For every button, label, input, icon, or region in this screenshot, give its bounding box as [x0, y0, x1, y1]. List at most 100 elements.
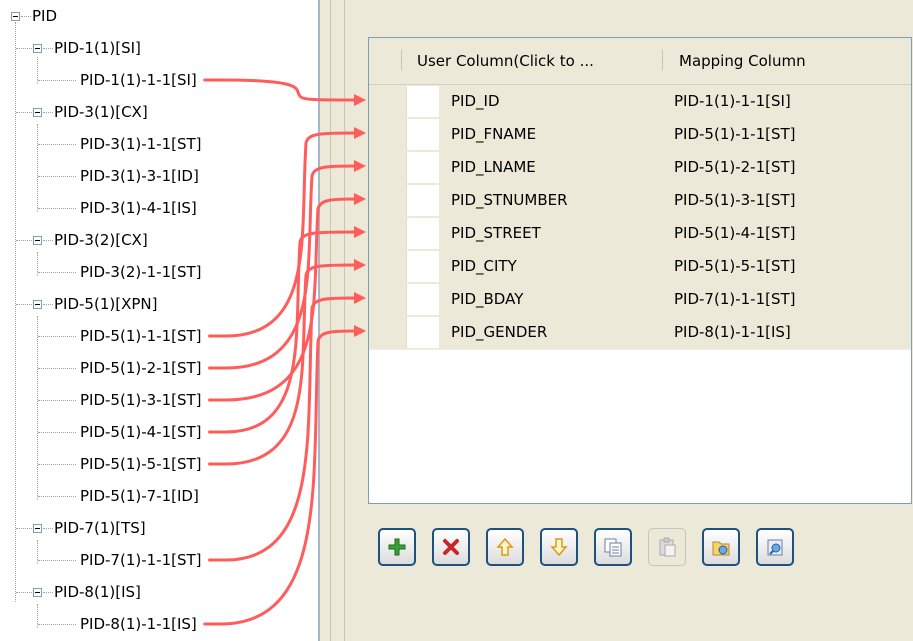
row-marker-cell[interactable] — [406, 317, 439, 348]
mapping-column-cell[interactable]: PID-7(1)-1-1[ST] — [674, 289, 796, 309]
user-column-cell[interactable]: PID_FNAME — [451, 124, 536, 144]
table-header: User Column(Click to ... Mapping Column — [369, 38, 911, 85]
copy-button[interactable] — [594, 528, 632, 566]
import-button[interactable] — [702, 528, 740, 566]
add-button[interactable] — [378, 528, 416, 566]
move-down-icon — [548, 536, 570, 558]
row-marker-cell[interactable] — [406, 86, 439, 117]
schema-tree: PID PID-1(1)[SI] PID-1(1)-1-1[SI] PID-3(1)… — [0, 0, 318, 641]
user-column-cell[interactable]: PID_BDAY — [451, 289, 523, 309]
tree-leaf-node[interactable]: PID-5(1)-2-1[ST] — [80, 358, 202, 378]
tree-leaf-node[interactable]: PID-1(1)-1-1[SI] — [80, 70, 197, 90]
export-button[interactable] — [756, 528, 794, 566]
tree-root-label: PID — [32, 7, 58, 25]
tree-leaf-node[interactable]: PID-5(1)-7-1[ID] — [80, 486, 199, 506]
tree-node-label: PID-8(1)-1-1[IS] — [80, 615, 197, 633]
import-icon — [710, 536, 732, 558]
collapse-toggle[interactable] — [33, 44, 42, 53]
mapping-column-cell[interactable]: PID-5(1)-3-1[ST] — [674, 190, 796, 210]
collapse-toggle[interactable] — [33, 588, 42, 597]
column-header-user[interactable]: User Column(Click to ... — [417, 50, 594, 72]
tree-group-node[interactable]: PID-3(2)[CX] — [54, 230, 148, 250]
row-marker-cell[interactable] — [406, 119, 439, 150]
user-column-cell[interactable]: PID_STREET — [451, 223, 541, 243]
tree-leaf-node[interactable]: PID-3(2)-1-1[ST] — [80, 262, 202, 282]
tree-leaf-node[interactable]: PID-3(1)-1-1[ST] — [80, 134, 202, 154]
tree-leaf-node[interactable]: PID-5(1)-1-1[ST] — [80, 326, 202, 346]
table-row[interactable]: PID_STREET PID-5(1)-4-1[ST] — [369, 217, 911, 251]
tree-node-label: PID-5(1)-7-1[ID] — [80, 487, 199, 505]
mapping-column-cell[interactable]: PID-1(1)-1-1[SI] — [674, 91, 791, 111]
row-marker-cell[interactable] — [406, 251, 439, 282]
paste-icon — [656, 536, 678, 558]
move-up-button[interactable] — [486, 528, 524, 566]
tree-node-label: PID-3(2)[CX] — [54, 231, 148, 249]
move-down-button[interactable] — [540, 528, 578, 566]
tree-group-node[interactable]: PID-8(1)[IS] — [54, 582, 141, 602]
collapse-toggle[interactable] — [33, 300, 42, 309]
tree-group-node[interactable]: PID-3(1)[CX] — [54, 102, 148, 122]
mapping-column-cell[interactable]: PID-5(1)-5-1[ST] — [674, 256, 796, 276]
mapping-column-cell[interactable]: PID-8(1)-1-1[IS] — [674, 322, 791, 342]
tree-leaf-node[interactable]: PID-7(1)-1-1[ST] — [80, 550, 202, 570]
row-marker-cell[interactable] — [406, 284, 439, 315]
tree-node-label: PID-1(1)[SI] — [54, 39, 141, 57]
table-row[interactable]: PID_LNAME PID-5(1)-2-1[ST] — [369, 151, 911, 185]
user-column-cell[interactable]: PID_CITY — [451, 256, 517, 276]
table-row[interactable]: PID_CITY PID-5(1)-5-1[ST] — [369, 250, 911, 284]
export-icon — [764, 536, 786, 558]
tree-node-label: PID-1(1)-1-1[SI] — [80, 71, 197, 89]
tree-group-node[interactable]: PID-1(1)[SI] — [54, 38, 141, 58]
tree-leaf-node[interactable]: PID-5(1)-4-1[ST] — [80, 422, 202, 442]
tree-node-label: PID-5(1)-2-1[ST] — [80, 359, 202, 377]
tree-node-label: PID-5(1)-1-1[ST] — [80, 327, 202, 345]
tree-leaf-node[interactable]: PID-5(1)-3-1[ST] — [80, 390, 202, 410]
delete-icon — [440, 536, 462, 558]
mapping-column-cell[interactable]: PID-5(1)-4-1[ST] — [674, 223, 796, 243]
row-marker-cell[interactable] — [406, 218, 439, 249]
user-column-cell[interactable]: PID_LNAME — [451, 157, 536, 177]
mapping-column-cell[interactable]: PID-5(1)-2-1[ST] — [674, 157, 796, 177]
move-up-icon — [494, 536, 516, 558]
paste-button[interactable] — [648, 528, 686, 566]
collapse-toggle[interactable] — [33, 108, 42, 117]
tree-node-label: PID-3(2)-1-1[ST] — [80, 263, 202, 281]
tree-node-label: PID-3(1)-3-1[ID] — [80, 167, 199, 185]
tree-node-label: PID-5(1)[XPN] — [54, 295, 158, 313]
table-row[interactable]: PID_BDAY PID-7(1)-1-1[ST] — [369, 283, 911, 317]
add-icon — [386, 536, 408, 558]
delete-button[interactable] — [432, 528, 470, 566]
tree-group-node[interactable]: PID-5(1)[XPN] — [54, 294, 157, 314]
user-column-cell[interactable]: PID_GENDER — [451, 322, 547, 342]
panel-separator — [344, 0, 345, 641]
mapping-table: User Column(Click to ... Mapping Column … — [368, 37, 912, 504]
tree-node-label: PID-5(1)-5-1[ST] — [80, 455, 202, 473]
row-marker-cell[interactable] — [406, 152, 439, 183]
tree-node-label: PID-8(1)[IS] — [54, 583, 141, 601]
mapping-column-cell[interactable]: PID-5(1)-1-1[ST] — [674, 124, 796, 144]
panel-separator — [330, 0, 331, 641]
user-column-cell[interactable]: PID_STNUMBER — [451, 190, 568, 210]
tree-root[interactable]: PID — [32, 6, 57, 26]
collapse-toggle[interactable] — [11, 12, 20, 21]
collapse-toggle[interactable] — [33, 236, 42, 245]
column-header-mapping[interactable]: Mapping Column — [679, 50, 806, 72]
row-marker-cell[interactable] — [406, 185, 439, 216]
table-row[interactable]: PID_FNAME PID-5(1)-1-1[ST] — [369, 118, 911, 152]
tree-node-label: PID-3(1)-4-1[IS] — [80, 199, 197, 217]
tree-leaf-node[interactable]: PID-5(1)-5-1[ST] — [80, 454, 202, 474]
tree-leaf-node[interactable]: PID-3(1)-3-1[ID] — [80, 166, 199, 186]
tree-group-node[interactable]: PID-7(1)[TS] — [54, 518, 146, 538]
table-row[interactable]: PID_ID PID-1(1)-1-1[SI] — [369, 85, 911, 119]
table-row[interactable]: PID_STNUMBER PID-5(1)-3-1[ST] — [369, 184, 911, 218]
tree-node-label: PID-3(1)-1-1[ST] — [80, 135, 202, 153]
tree-leaf-node[interactable]: PID-3(1)-4-1[IS] — [80, 198, 197, 218]
tree-leaf-node[interactable]: PID-8(1)-1-1[IS] — [80, 614, 197, 634]
tree-node-label: PID-7(1)[TS] — [54, 519, 146, 537]
user-column-cell[interactable]: PID_ID — [451, 91, 500, 111]
tree-node-label: PID-5(1)-3-1[ST] — [80, 391, 202, 409]
tree-node-label: PID-5(1)-4-1[ST] — [80, 423, 202, 441]
collapse-toggle[interactable] — [33, 524, 42, 533]
table-row[interactable]: PID_GENDER PID-8(1)-1-1[IS] — [369, 316, 911, 350]
tree-node-label: PID-3(1)[CX] — [54, 103, 148, 121]
